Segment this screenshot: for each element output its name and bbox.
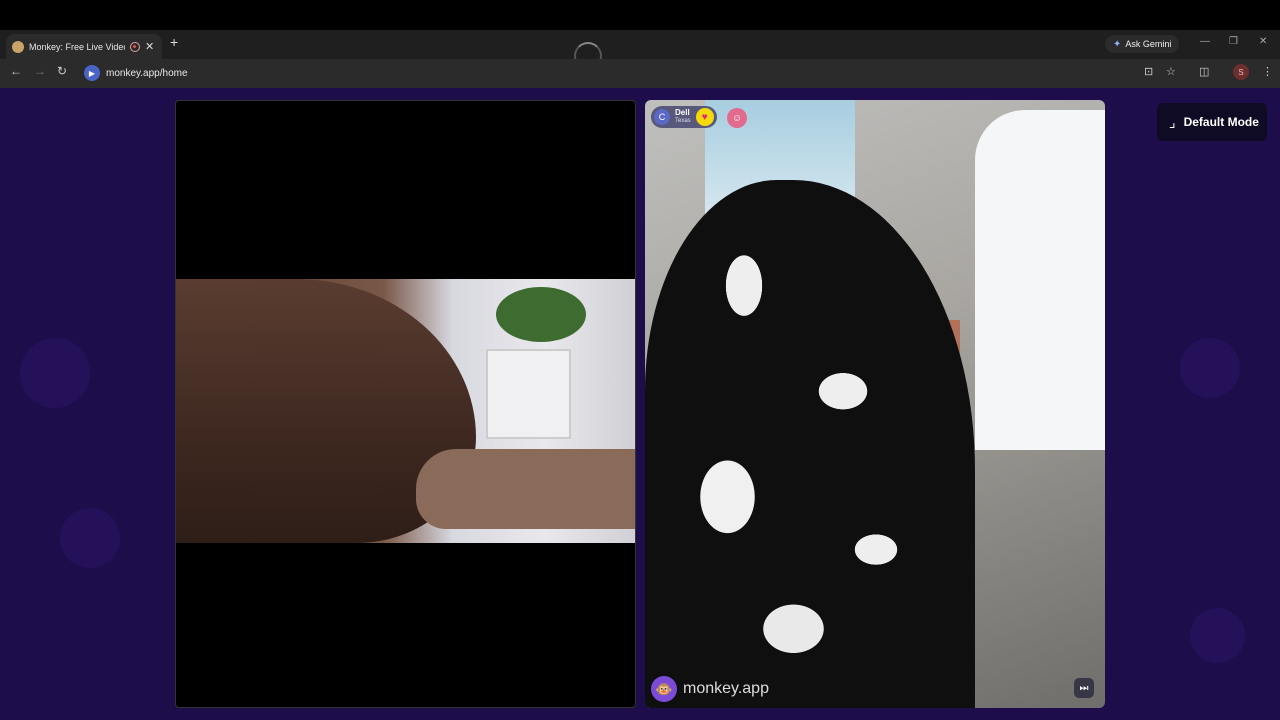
plus-icon[interactable]: +: [170, 34, 178, 50]
partner-info-badge[interactable]: C Dell Texas ♥: [651, 106, 717, 128]
star-icon[interactable]: ☆: [1166, 65, 1176, 78]
shelf: [486, 349, 571, 439]
plant: [496, 287, 586, 342]
restore-icon[interactable]: ❐: [1229, 36, 1238, 47]
default-mode-button[interactable]: ⌟ Default Mode: [1157, 103, 1267, 141]
sparkle-icon: ✦: [1113, 38, 1122, 50]
skip-icon[interactable]: ⏭: [1074, 678, 1094, 698]
reload-icon[interactable]: ↻: [57, 64, 67, 78]
tab-strip: Monkey: Free Live Video Chat ✕: [0, 30, 1280, 59]
tab-title: Monkey: Free Live Video Chat: [29, 41, 125, 52]
emoji-badge-icon[interactable]: ☺: [727, 108, 747, 128]
local-video-frame: [176, 279, 635, 543]
monkey-watermark: 🐵 monkey.app: [651, 676, 769, 702]
monkey-favicon-icon: [12, 40, 24, 53]
partner-person: [645, 180, 975, 708]
partner-country: Texas: [675, 118, 691, 124]
browser-tab[interactable]: Monkey: Free Live Video Chat ✕: [6, 34, 162, 59]
local-video: [175, 100, 636, 708]
background-blob: [20, 338, 90, 408]
ask-gemini-button[interactable]: ✦ Ask Gemini: [1105, 35, 1180, 53]
collapse-icon: ⌟: [1169, 113, 1176, 130]
address-bar[interactable]: ▶ monkey.app/home: [80, 62, 1120, 84]
profile-avatar[interactable]: S: [1233, 64, 1249, 80]
minimize-icon[interactable]: —: [1200, 36, 1210, 47]
partner-names: Dell Texas: [675, 109, 691, 125]
partner-name: Dell: [675, 108, 690, 117]
recording-icon: [130, 41, 140, 52]
partner-avatar: C: [654, 109, 670, 125]
page-content: C Dell Texas ♥ ☺ 🐵 monkey.app ⏭ ⌟ Defaul…: [0, 88, 1280, 720]
arrow-left-icon[interactable]: ←: [10, 64, 22, 78]
watermark-text: monkey.app: [683, 680, 769, 697]
partner-video: C Dell Texas ♥ ☺ 🐵 monkey.app ⏭: [645, 100, 1105, 708]
default-mode-label: Default Mode: [1183, 115, 1259, 129]
background-blob: [1180, 338, 1240, 398]
arm: [416, 449, 635, 529]
video-camera-icon[interactable]: ▶: [84, 65, 100, 81]
side-panel-icon[interactable]: ◫: [1199, 65, 1209, 78]
kebab-menu-icon[interactable]: ⋮: [1262, 65, 1273, 78]
close-icon[interactable]: ✕: [145, 40, 154, 53]
install-app-icon[interactable]: ⊡: [1144, 65, 1153, 78]
url-text: monkey.app/home: [106, 67, 188, 79]
heart-icon[interactable]: ♥: [695, 108, 714, 126]
arrow-right-icon[interactable]: →: [34, 64, 46, 78]
window-titlebar: [0, 0, 1280, 30]
ask-gemini-label: Ask Gemini: [1125, 39, 1172, 49]
background-blob: [60, 508, 120, 568]
background-blob: [1190, 608, 1245, 663]
window-close-icon[interactable]: ✕: [1259, 36, 1267, 47]
monkey-logo-icon: 🐵: [651, 676, 677, 702]
car-window: [975, 110, 1105, 450]
